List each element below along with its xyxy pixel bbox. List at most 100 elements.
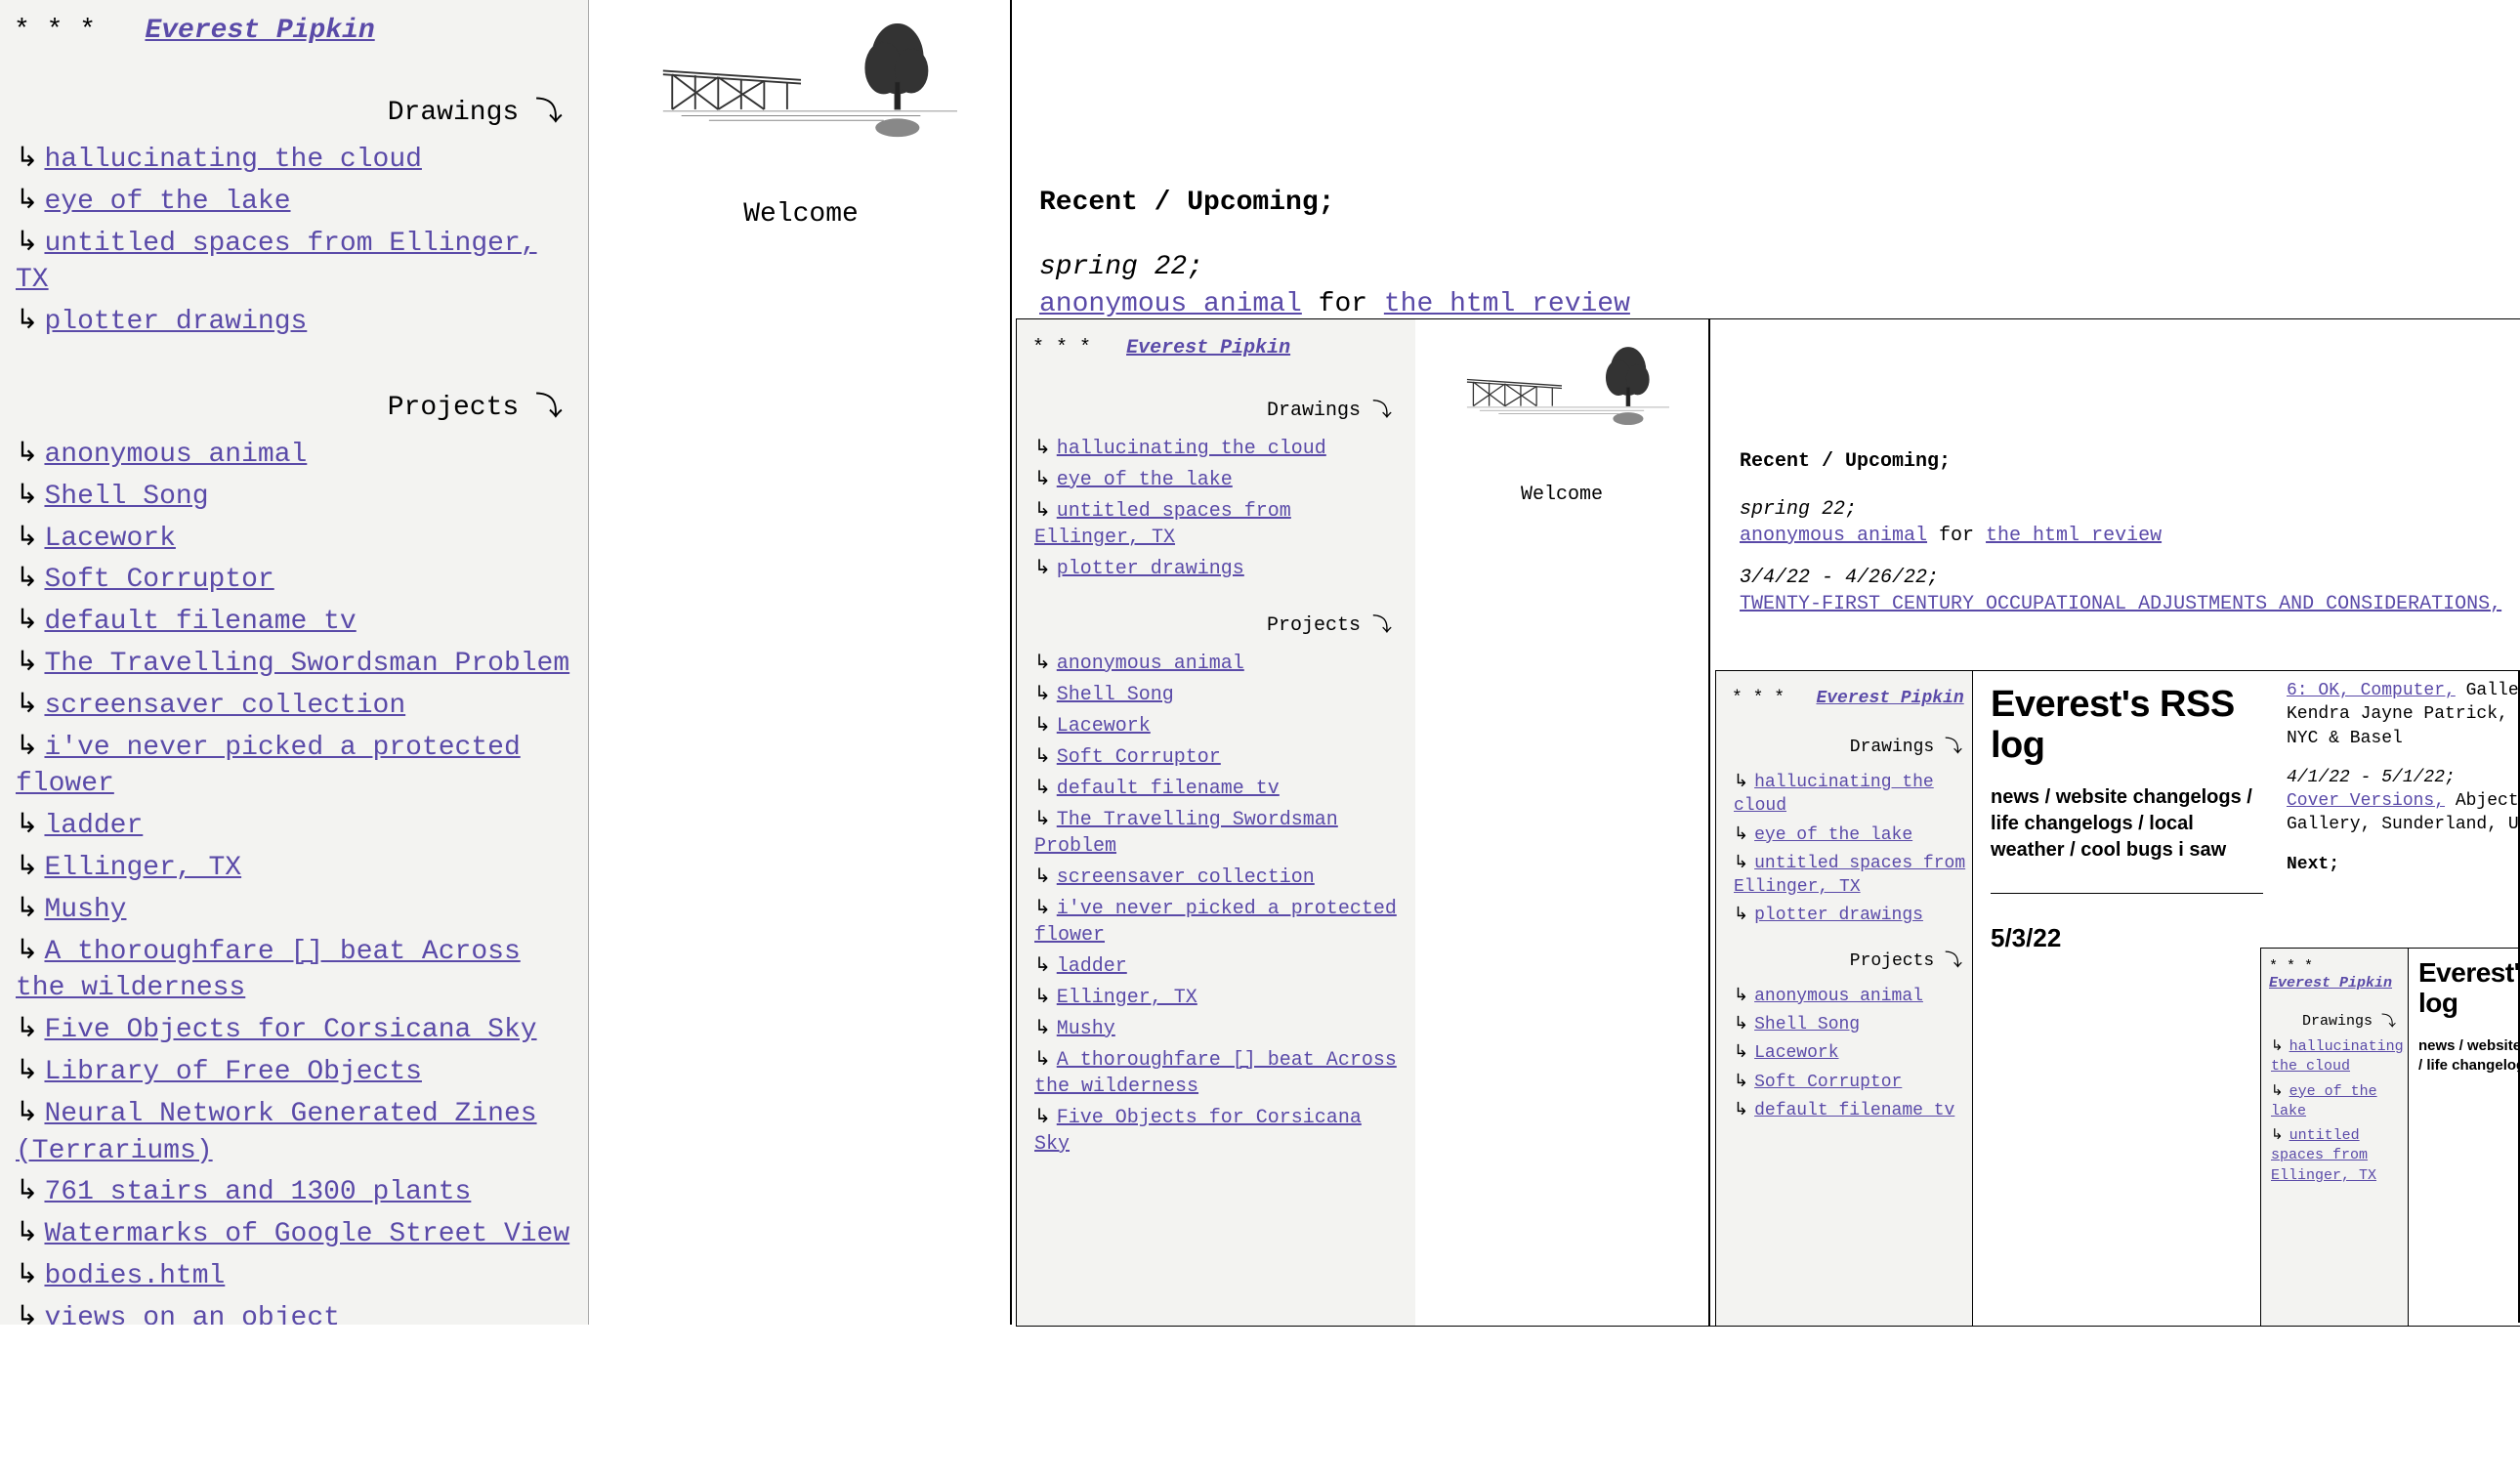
season-label: spring 22; [1740, 498, 1857, 521]
nav-link[interactable]: A thoroughfare [] beat Across the wilder… [1034, 1049, 1397, 1098]
nav-link[interactable]: Ellinger, TX [1057, 987, 1197, 1009]
nav-link[interactable]: screensaver collection [44, 691, 405, 721]
nav-link[interactable]: Mushy [44, 895, 126, 925]
hook-icon: ↳ [16, 187, 38, 217]
nav-link[interactable]: hallucinating the cloud [44, 145, 421, 175]
nav-link[interactable]: eye of the lake [44, 187, 290, 217]
hook-icon: ↳ [16, 649, 38, 679]
nav-link[interactable]: screensaver collection [1057, 866, 1315, 889]
anonymous-animal-link[interactable]: anonymous animal [1039, 289, 1302, 319]
hook-icon: ↳ [16, 229, 38, 259]
hook-icon: ↳ [1734, 987, 1748, 1006]
cover-versions-link[interactable]: Cover Versions, [2287, 791, 2445, 811]
nav-link[interactable]: Ellinger, TX [44, 853, 241, 883]
site-title-link[interactable]: Everest Pipkin [1816, 689, 1963, 708]
nav-item: ↳Watermarks of Google Street View [14, 1216, 572, 1253]
okcomputer-link[interactable]: 6: OK, Computer, [2287, 681, 2456, 700]
nav-link[interactable]: default filename tv [44, 607, 356, 637]
nav-link[interactable]: anonymous animal [1754, 987, 1923, 1006]
section-drawings-header[interactable]: Drawings ⤵ [1032, 393, 1392, 422]
nav-link[interactable]: Shell Song [44, 482, 208, 512]
nav-link[interactable]: plotter drawings [1754, 906, 1923, 925]
nav-link[interactable]: untitled spaces from Ellinger, TX [16, 229, 537, 296]
nav-link[interactable]: plotter drawings [1057, 558, 1244, 580]
nav-item: ↳hallucinating the cloud [1732, 771, 1972, 819]
section-drawings-header[interactable]: Drawings ⤵ [14, 89, 563, 128]
nav-link[interactable]: hallucinating the cloud [1057, 438, 1326, 460]
hook-icon: ↳ [1034, 866, 1051, 889]
sidebar: * * * Everest Pipkin Drawings ⤵ ↳halluci… [1716, 671, 1989, 1326]
hook-icon: ↳ [16, 524, 38, 554]
date-range-2: 4/1/22 - 5/1/22; [2287, 768, 2456, 787]
anonymous-animal-link[interactable]: anonymous animal [1740, 525, 1927, 547]
nav-link[interactable]: eye of the lake [1754, 825, 1912, 845]
nav-link[interactable]: Five Objects for Corsicana Sky [44, 1015, 536, 1045]
nav-item: ↳The Travelling Swordsman Problem [1032, 807, 1402, 860]
nav-link[interactable]: Lacework [1754, 1043, 1838, 1063]
nav-link[interactable]: plotter drawings [44, 307, 307, 337]
nav-link[interactable]: Soft Corruptor [44, 565, 273, 595]
nav-link[interactable]: bodies.html [44, 1261, 225, 1291]
nav-link[interactable]: Mushy [1057, 1018, 1115, 1040]
nav-link[interactable]: Library of Free Objects [44, 1057, 421, 1087]
nav-link[interactable]: The Travelling Swordsman Problem [44, 649, 569, 679]
site-title-link[interactable]: Everest Pipkin [1126, 337, 1290, 359]
nav-link[interactable]: anonymous animal [1057, 653, 1244, 675]
rss-sub: news / website changelogs / life changel… [1991, 784, 2264, 864]
nav-item: ↳Mushy [14, 892, 572, 929]
section-projects-header[interactable]: Projects ⤵ [1032, 608, 1392, 637]
nav-link[interactable]: anonymous animal [44, 440, 307, 470]
rss-log-column: Everest's RSS log news / website changel… [2408, 949, 2520, 1326]
nav-link[interactable]: views on an object [44, 1303, 339, 1325]
site-title-link[interactable]: Everest Pipkin [145, 16, 374, 46]
nav-link[interactable]: Lacework [1057, 715, 1151, 738]
hook-icon: ↳ [1734, 825, 1748, 845]
nav-item: ↳screensaver collection [14, 688, 572, 725]
html-review-link[interactable]: the html review [1384, 289, 1630, 319]
nav-link[interactable]: Watermarks of Google Street View [44, 1219, 569, 1249]
site-title-line: * * * Everest Pipkin [1732, 689, 1972, 708]
nav-link[interactable]: ladder [1057, 955, 1127, 978]
nav-link[interactable]: untitled spaces from Ellinger, TX [1734, 854, 1965, 897]
nav-link[interactable]: Neural Network Generated Zines (Terrariu… [16, 1099, 537, 1166]
site-title-link[interactable]: Everest Pipkin [2269, 975, 2392, 992]
nav-link[interactable]: Five Objects for Corsicana Sky [1034, 1107, 1362, 1156]
hook-icon: ↳ [16, 1219, 38, 1249]
nav-item: ↳ anonymous animal [1732, 985, 1972, 1008]
nav-link[interactable]: eye of the lake [2271, 1083, 2377, 1119]
sidebar: * * * Everest Pipkin Drawings ⤵ ↳halluci… [2261, 949, 2409, 1326]
section-projects-header[interactable]: Projects ⤵ [14, 384, 563, 423]
section-drawings-header[interactable]: Drawings ⤵ [1732, 732, 1962, 757]
nav-link[interactable]: i've never picked a protected flower [16, 733, 521, 800]
nav-link[interactable]: hallucinating the cloud [1734, 773, 1934, 816]
nav-link[interactable]: eye of the lake [1057, 469, 1233, 491]
nav-link[interactable]: hallucinating the cloud [2271, 1038, 2404, 1075]
site-title-line: * * * Everest Pipkin [14, 16, 572, 46]
nav-link[interactable]: i've never picked a protected flower [1034, 898, 1397, 947]
nav-link[interactable]: untitled spaces from Ellinger, TX [1034, 500, 1291, 549]
nav-item: ↳eye of the lake [2269, 1082, 2400, 1122]
nav-link[interactable]: Shell Song [1057, 684, 1174, 706]
nav-link[interactable]: Shell Song [1754, 1015, 1860, 1034]
nav-link[interactable]: untitled spaces from Ellinger, TX [2271, 1127, 2376, 1184]
twenty-first-link[interactable]: TWENTY-FIRST CENTURY OCCUPATIONAL ADJUST… [1740, 593, 2501, 615]
nav-link[interactable]: 761 stairs and 1300 plants [44, 1177, 471, 1207]
nav-item: ↳bodies.html [14, 1258, 572, 1295]
nav-item: ↳default filename tv [1732, 1099, 1972, 1122]
for-text: for [1927, 525, 1986, 547]
nav-link[interactable]: Lacework [44, 524, 175, 554]
nav-item: ↳anonymous animal [14, 437, 572, 474]
html-review-link[interactable]: the html review [1986, 525, 2162, 547]
drawings-list: ↳hallucinating the cloud↳eye of the lake… [14, 142, 572, 341]
nav-link[interactable]: The Travelling Swordsman Problem [1034, 809, 1338, 858]
nav-link[interactable]: Soft Corruptor [1057, 746, 1221, 769]
nav-item: ↳The Travelling Swordsman Problem [14, 646, 572, 683]
nav-link[interactable]: default filename tv [1754, 1101, 1954, 1120]
nav-item: ↳Lacework [1032, 713, 1402, 739]
nav-link[interactable]: default filename tv [1057, 778, 1280, 800]
section-projects-header[interactable]: Projects ⤵ [1732, 946, 1962, 971]
section-drawings-header[interactable]: Drawings ⤵ [2269, 1009, 2396, 1030]
nav-link[interactable]: ladder [44, 811, 143, 841]
nav-link[interactable]: A thoroughfare [] beat Across the wilder… [16, 937, 521, 1004]
nav-link[interactable]: Soft Corruptor [1754, 1073, 1902, 1092]
